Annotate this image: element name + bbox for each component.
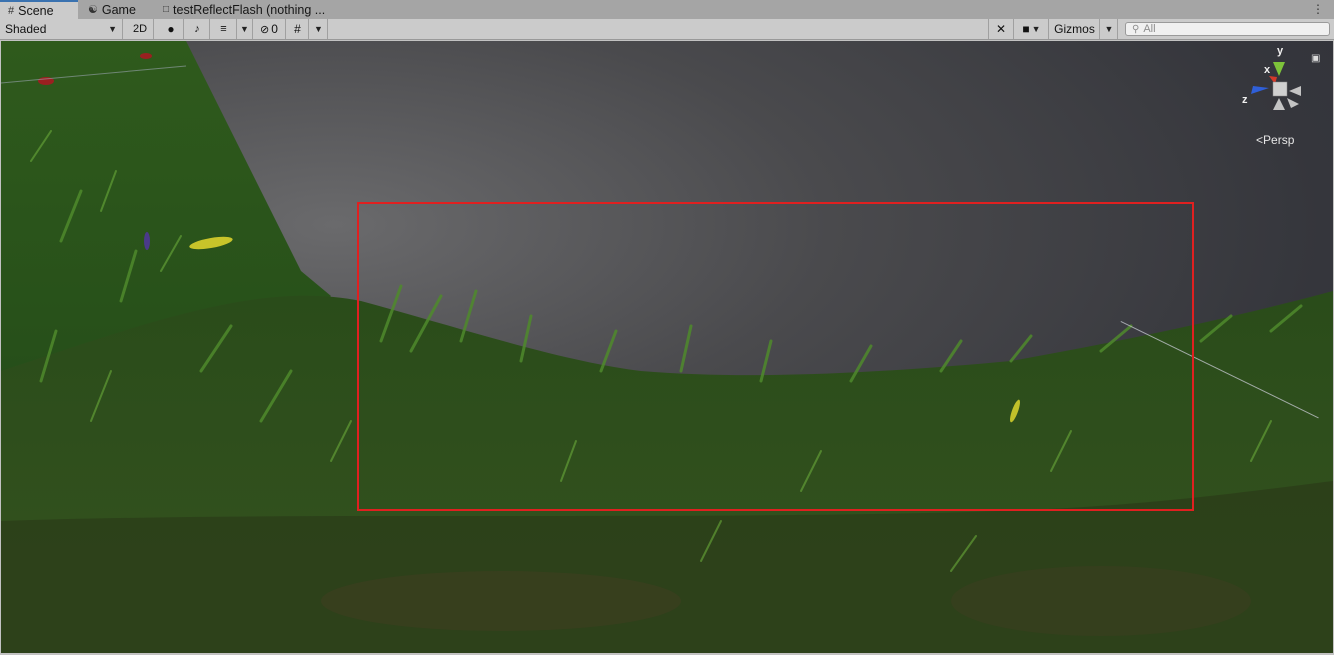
selection-rectangle <box>357 202 1194 511</box>
hidden-count: 0 <box>271 22 278 36</box>
projection-label: Persp <box>1263 133 1295 147</box>
gizmo-center-cube[interactable] <box>1272 81 1288 97</box>
gizmos-label: Gizmos <box>1054 22 1095 36</box>
shading-mode-label: Shaded <box>5 22 47 36</box>
gizmos-button[interactable]: Gizmos <box>1050 19 1100 39</box>
grid-icon: # <box>294 22 301 36</box>
chevron-down-icon: ▼ <box>314 24 323 34</box>
effects-dropdown[interactable]: ▼ <box>237 19 253 39</box>
chevron-down-icon: ▼ <box>1031 24 1041 34</box>
search-icon: ⚲ <box>1132 23 1140 35</box>
tab-script[interactable]: □ testReflectFlash (nothing ... <box>155 0 335 19</box>
audio-toggle-button[interactable]: ♪ <box>185 19 210 39</box>
tab-scene[interactable]: # Scene <box>0 0 78 19</box>
2d-label: 2D <box>132 23 148 35</box>
effects-toggle-button[interactable]: ≡ <box>211 19 237 39</box>
tab-label: testReflectFlash (nothing ... <box>173 2 326 17</box>
layers-icon: ≡ <box>220 23 227 35</box>
tab-label: Game <box>101 2 136 17</box>
grid-icon: # <box>8 4 15 17</box>
camera-icon: ■ <box>1022 22 1030 36</box>
lightbulb-icon: ● <box>167 22 175 36</box>
gamepad-icon: ☯ <box>88 4 98 16</box>
shading-mode-dropdown[interactable]: Shaded ▼ <box>0 19 123 39</box>
chevron-down-icon: ▼ <box>1104 24 1114 34</box>
projection-toggle[interactable]: <Persp <box>1256 133 1294 147</box>
perspective-icon: < <box>1256 133 1264 147</box>
neg-z-cone[interactable] <box>1287 98 1299 108</box>
eye-off-icon: ⊘ <box>260 23 270 36</box>
gizmos-dropdown[interactable]: ▼ <box>1101 19 1118 39</box>
x-axis-label: x <box>1264 64 1271 76</box>
grid-dropdown[interactable]: ▼ <box>310 19 328 39</box>
tab-label: Scene <box>18 3 54 18</box>
tools-button[interactable]: ✕ <box>988 19 1014 39</box>
search-input[interactable]: ⚲ All <box>1125 22 1330 36</box>
tab-game[interactable]: ☯ Game <box>80 0 150 19</box>
scene-viewport[interactable]: y x z ▣ <Persp <box>1 41 1333 653</box>
grid-toggle-button[interactable]: # <box>287 19 309 39</box>
y-axis-label: y <box>1277 45 1284 57</box>
hidden-objects-toggle[interactable]: ⊘ 0 <box>253 19 286 39</box>
neg-y-cone[interactable] <box>1273 98 1285 110</box>
speaker-icon: ♪ <box>194 23 200 35</box>
tab-menu-icon[interactable]: ⋮ <box>1312 2 1324 16</box>
wrench-icon: ✕ <box>995 22 1007 36</box>
search-placeholder: All <box>1143 23 1156 35</box>
neg-x-cone[interactable] <box>1289 86 1301 96</box>
lock-icon[interactable]: ▣ <box>1311 53 1320 64</box>
script-icon: □ <box>163 4 170 15</box>
camera-settings-button[interactable]: ■ ▼ <box>1015 19 1049 39</box>
2d-toggle-button[interactable]: 2D <box>127 19 154 39</box>
lighting-toggle-button[interactable]: ● <box>159 19 184 39</box>
tab-bar: # Scene ☯ Game □ testReflectFlash (nothi… <box>0 0 1334 19</box>
chevron-down-icon: ▼ <box>108 24 117 34</box>
z-axis-label: z <box>1242 94 1248 106</box>
chevron-down-icon: ▼ <box>240 24 249 34</box>
y-axis-cone[interactable] <box>1273 62 1285 76</box>
scene-toolbar: Shaded ▼ 2D ● ♪ ≡ ▼ ⊘ 0 # ▼ ✕ ■ ▼ Gizmos… <box>0 19 1334 40</box>
z-axis-cone[interactable] <box>1251 86 1269 94</box>
